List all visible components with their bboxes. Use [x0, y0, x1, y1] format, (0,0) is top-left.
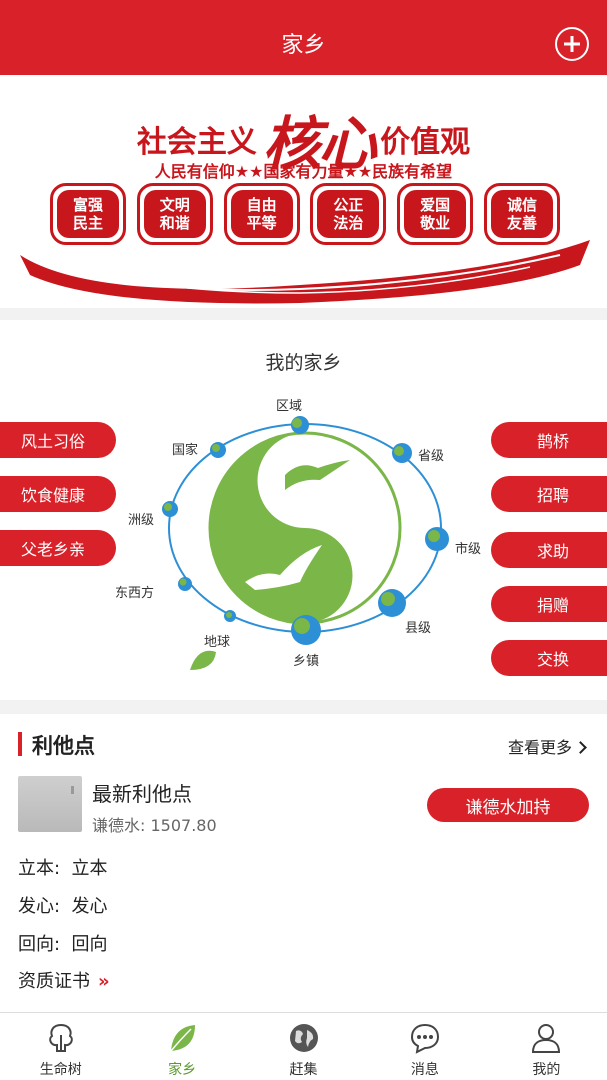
matchmaking-button[interactable]: 鹊桥 [491, 422, 607, 458]
chat-icon [410, 1023, 439, 1054]
page-title: 家乡 [281, 33, 326, 58]
section-marker [18, 732, 22, 756]
water-support-button[interactable]: 谦德水加持 [427, 788, 589, 822]
help-button[interactable]: 求助 [491, 532, 607, 568]
benefit-section: 利他点 查看更多 最新利他点 谦德水: 1507.80 谦德水加持 立本: 立本… [0, 714, 607, 1014]
diet-health-button[interactable]: 饮食健康 [0, 476, 116, 512]
recruit-button[interactable]: 招聘 [491, 476, 607, 512]
node-town[interactable]: 乡镇 [293, 650, 319, 669]
node-county[interactable]: 县级 [405, 617, 431, 636]
bottom-tab-bar: 生命树 家乡 赶集 消息 我的 [0, 1012, 607, 1080]
info-row-dedication: 回向: 回向 [18, 934, 108, 955]
donate-button[interactable]: 捐赠 [491, 586, 607, 622]
tab-profile[interactable]: 我的 [486, 1013, 607, 1080]
node-earth[interactable]: 地球 [204, 631, 230, 650]
customs-button[interactable]: 风土习俗 [0, 422, 116, 458]
node-hemisphere[interactable]: 东西方 [115, 582, 154, 601]
exchange-button[interactable]: 交换 [491, 640, 607, 676]
leaf-icon [170, 1025, 196, 1052]
banner-subtitle: 人民有信仰★★国家有力量★★民族有希望 [154, 162, 453, 181]
benefit-title: 利他点 [32, 734, 95, 758]
user-icon [532, 1024, 561, 1053]
certificate-link[interactable]: 资质证书» [18, 967, 110, 993]
fellow-villagers-button[interactable]: 父老乡亲 [0, 530, 116, 566]
slogan-left: 社会主义 [136, 125, 257, 160]
globe-icon [289, 1024, 318, 1052]
benefit-item-title[interactable]: 最新利他点 [92, 778, 192, 807]
node-city[interactable]: 市级 [455, 538, 481, 557]
node-country[interactable]: 国家 [172, 439, 198, 458]
node-province[interactable]: 省级 [418, 445, 444, 464]
tab-life-tree[interactable]: 生命树 [0, 1013, 121, 1080]
tab-hometown[interactable]: 家乡 [121, 1013, 242, 1080]
app-header: 家乡 [0, 0, 607, 75]
node-region[interactable]: 区域 [276, 395, 302, 414]
double-chevron-icon: » [98, 971, 110, 992]
water-value: 谦德水: 1507.80 [92, 816, 217, 835]
ribbon-decoration [20, 240, 590, 304]
hometown-section: 我的家乡 区域 省级 国家 洲级 市级 东西方 县级 地球 乡镇 风土习俗 饮食… [0, 320, 607, 700]
tab-messages[interactable]: 消息 [364, 1013, 485, 1080]
view-more-link[interactable]: 查看更多 [508, 734, 587, 758]
benefit-thumbnail[interactable] [18, 776, 82, 832]
info-row-intention: 发心: 发心 [18, 896, 108, 917]
node-continent[interactable]: 洲级 [128, 509, 154, 528]
chevron-right-icon [574, 741, 587, 754]
add-icon[interactable] [555, 27, 589, 61]
tab-market[interactable]: 赶集 [243, 1013, 364, 1080]
info-row-foundation: 立本: 立本 [18, 858, 108, 879]
slogan-right: 价值观 [380, 125, 471, 160]
core-values-banner[interactable]: 社会主义 核心 价值观 人民有信仰★★国家有力量★★民族有希望 富强 民主 文明和… [0, 75, 607, 308]
tree-icon [48, 1023, 73, 1052]
